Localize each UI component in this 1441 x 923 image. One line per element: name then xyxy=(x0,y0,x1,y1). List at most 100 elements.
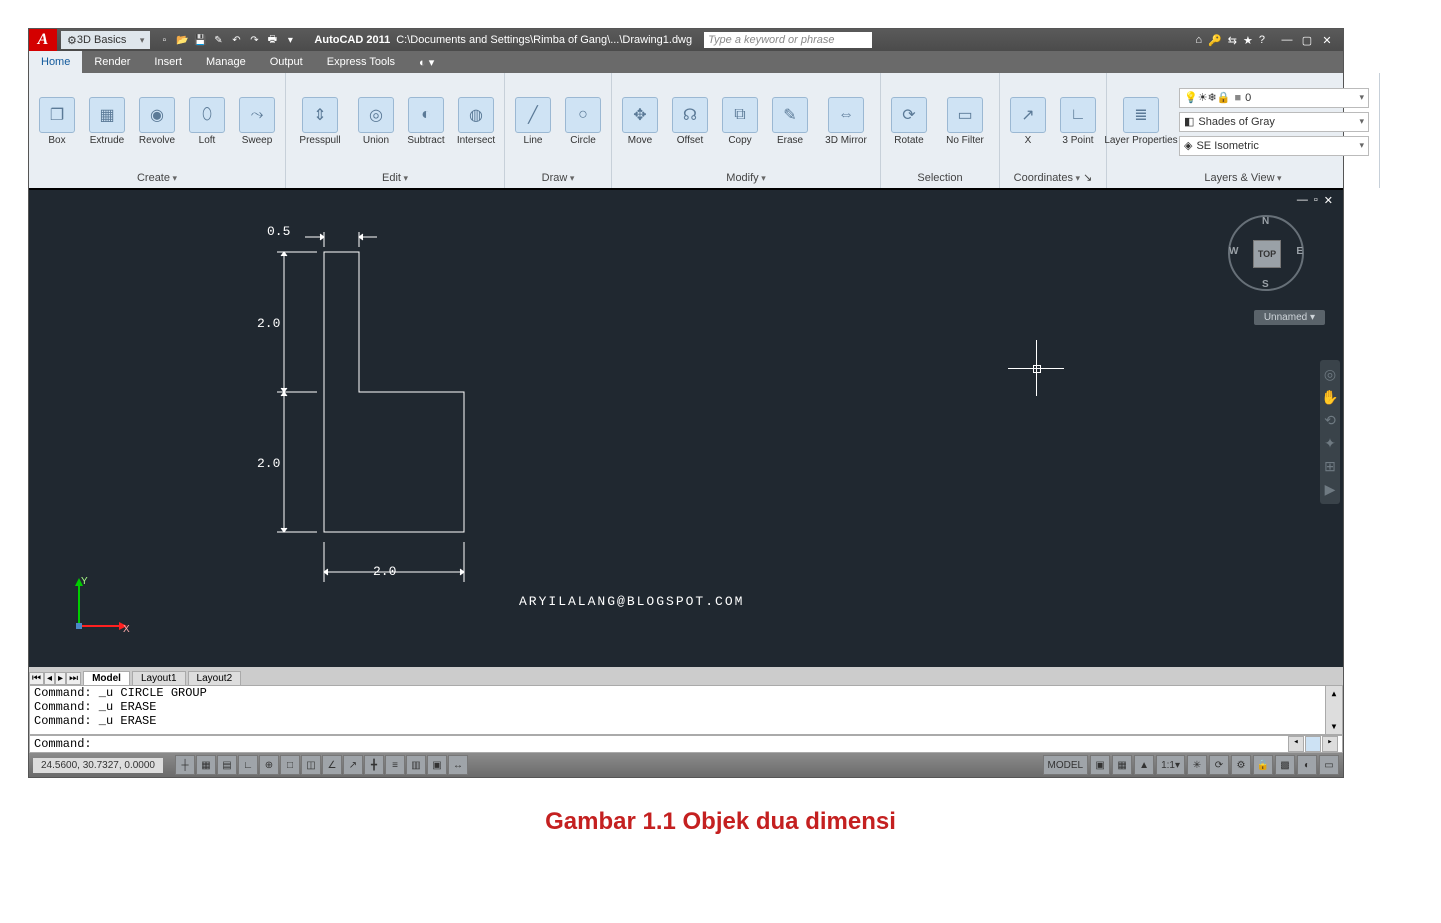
save-icon[interactable]: 💾 xyxy=(192,32,208,48)
cmd-scrollbar[interactable]: ▴▾ xyxy=(1325,685,1343,735)
exchange-icon[interactable]: ⇆ xyxy=(1228,34,1237,47)
ucs-3pt-button[interactable]: ∟3 Point xyxy=(1056,97,1100,146)
cleanscreen-icon[interactable]: ▭ xyxy=(1319,755,1339,775)
ortho-icon[interactable]: ∟ xyxy=(238,755,258,775)
panel-title-layers[interactable]: Layers & View xyxy=(1204,172,1281,184)
pan-icon[interactable]: ✋ xyxy=(1321,389,1338,406)
panel-title-selection[interactable]: Selection xyxy=(917,172,962,184)
lock-icon[interactable]: 🔒 xyxy=(1253,755,1273,775)
subtract-button[interactable]: ◐Subtract xyxy=(404,97,448,146)
lwt-icon[interactable]: ≡ xyxy=(385,755,405,775)
isolate-icon[interactable]: ◐ xyxy=(1297,755,1317,775)
hardware-icon[interactable]: ▩ xyxy=(1275,755,1295,775)
sc-icon[interactable]: ↔ xyxy=(448,755,468,775)
panel-title-edit[interactable]: Edit xyxy=(382,172,408,184)
open-icon[interactable]: 📂 xyxy=(174,32,190,48)
view-dropdown[interactable]: ◈ SE Isometric xyxy=(1179,136,1369,156)
otrack-icon[interactable]: ∠ xyxy=(322,755,342,775)
tab-manage[interactable]: Manage xyxy=(194,51,258,73)
fullnav-icon[interactable]: ◎ xyxy=(1324,366,1336,383)
sweep-button[interactable]: ⤳Sweep xyxy=(235,97,279,146)
visualstyle-dropdown[interactable]: ◧ Shades of Gray xyxy=(1179,112,1369,132)
tpy-icon[interactable]: ▥ xyxy=(406,755,426,775)
polar-icon[interactable]: ⊕ xyxy=(259,755,279,775)
tab-prev-icon[interactable]: ◂ xyxy=(44,672,55,685)
annoscale-icon[interactable]: ▲ xyxy=(1134,755,1154,775)
tab-first-icon[interactable]: ⏮ xyxy=(29,672,44,685)
line-button[interactable]: ╱Line xyxy=(511,97,555,146)
layout-tab-model[interactable]: Model xyxy=(83,671,130,685)
infer-icon[interactable]: ┼ xyxy=(175,755,195,775)
snap-icon[interactable]: ▦ xyxy=(196,755,216,775)
panel-title-coords[interactable]: Coordinates xyxy=(1014,172,1080,184)
showmotion-icon[interactable]: ⊞ xyxy=(1324,458,1336,475)
circle-button[interactable]: ○Circle xyxy=(561,97,605,146)
cmd-scroll-track[interactable] xyxy=(1305,736,1321,752)
union-button[interactable]: ◎Union xyxy=(354,97,398,146)
command-input[interactable]: Command: ◂ ▸ xyxy=(29,735,1343,753)
panel-title-draw[interactable]: Draw xyxy=(542,172,575,184)
print-icon[interactable]: 🖶 xyxy=(264,32,280,48)
key-icon[interactable]: 🔑 xyxy=(1208,34,1222,47)
extrude-button[interactable]: ▦Extrude xyxy=(85,97,129,146)
copy-button[interactable]: ⧉Copy xyxy=(718,97,762,146)
saveas-icon[interactable]: ✎ xyxy=(210,32,226,48)
erase-button[interactable]: ✎Erase xyxy=(768,97,812,146)
tab-output[interactable]: Output xyxy=(258,51,315,73)
osnap-icon[interactable]: □ xyxy=(280,755,300,775)
viewcube[interactable]: TOP N S W E xyxy=(1227,214,1305,292)
layout-tab-1[interactable]: Layout1 xyxy=(132,671,186,685)
rotate-button[interactable]: ⟳Rotate xyxy=(887,97,931,146)
search-input[interactable]: Type a keyword or phrase xyxy=(704,32,872,48)
infocenter-icon[interactable]: ⌂ xyxy=(1195,34,1202,46)
nofilter-button[interactable]: ▭No Filter xyxy=(937,97,993,146)
qp-icon[interactable]: ▣ xyxy=(427,755,447,775)
undo-icon[interactable]: ↶ xyxy=(228,32,244,48)
steering-icon[interactable]: ▶ xyxy=(1325,481,1336,498)
qab-more-icon[interactable]: ▾ xyxy=(282,32,298,48)
new-icon[interactable]: ▫ xyxy=(156,32,172,48)
drawing-canvas[interactable]: — ▫ ✕ xyxy=(29,188,1343,667)
app-logo-icon[interactable]: A xyxy=(29,29,57,51)
layer-dropdown[interactable]: 💡☀❄🔒■0 xyxy=(1179,88,1369,108)
view-unnamed-button[interactable]: Unnamed ▾ xyxy=(1254,310,1325,325)
scale-button[interactable]: 1:1▾ xyxy=(1156,755,1185,775)
maximize-icon[interactable]: ▢ xyxy=(1299,34,1315,47)
offset-button[interactable]: ☊Offset xyxy=(668,97,712,146)
annovis-icon[interactable]: ✳ xyxy=(1187,755,1207,775)
tab-extra-icon[interactable]: ◐ ▾ xyxy=(407,51,446,73)
tab-next-icon[interactable]: ▸ xyxy=(55,672,66,685)
revolve-button[interactable]: ◉Revolve xyxy=(135,97,179,146)
panel-title-modify[interactable]: Modify xyxy=(726,172,765,184)
close-icon[interactable]: ✕ xyxy=(1319,34,1335,47)
loft-button[interactable]: ⬯Loft xyxy=(185,97,229,146)
ws-switch-icon[interactable]: ⚙ xyxy=(1231,755,1251,775)
workspace-selector[interactable]: ⚙ 3D Basics xyxy=(61,31,150,49)
layout-max-icon[interactable]: ▣ xyxy=(1090,755,1110,775)
annsync-icon[interactable]: ⟳ xyxy=(1209,755,1229,775)
minimize-icon[interactable]: — xyxy=(1279,34,1295,47)
intersect-button[interactable]: ◍Intersect xyxy=(454,97,498,146)
3dosnap-icon[interactable]: ◫ xyxy=(301,755,321,775)
tab-render[interactable]: Render xyxy=(82,51,142,73)
help-icon[interactable]: ? xyxy=(1259,34,1265,46)
zoom-icon[interactable]: ✦ xyxy=(1324,435,1336,452)
tab-express[interactable]: Express Tools xyxy=(315,51,407,73)
model-button[interactable]: MODEL xyxy=(1043,755,1089,775)
tab-last-icon[interactable]: ⏭ xyxy=(66,672,81,685)
star-icon[interactable]: ★ xyxy=(1243,34,1253,47)
layout-tab-2[interactable]: Layout2 xyxy=(188,671,242,685)
quickview-icon[interactable]: ▦ xyxy=(1112,755,1132,775)
tab-home[interactable]: Home xyxy=(29,51,82,73)
orbit-icon[interactable]: ⟲ xyxy=(1324,412,1336,429)
cmd-scroll-right-icon[interactable]: ▸ xyxy=(1322,736,1338,752)
mirror-button[interactable]: ⇔3D Mirror xyxy=(818,97,874,146)
presspull-button[interactable]: ⇕Presspull xyxy=(292,97,348,146)
ucs-x-button[interactable]: ↗X xyxy=(1006,97,1050,146)
move-button[interactable]: ✥Move xyxy=(618,97,662,146)
tab-insert[interactable]: Insert xyxy=(142,51,194,73)
panel-title-create[interactable]: Create xyxy=(137,172,177,184)
dyn-icon[interactable]: ╋ xyxy=(364,755,384,775)
layerprops-button[interactable]: ≣Layer Properties xyxy=(1113,97,1169,146)
cmd-scroll-left-icon[interactable]: ◂ xyxy=(1288,736,1304,752)
